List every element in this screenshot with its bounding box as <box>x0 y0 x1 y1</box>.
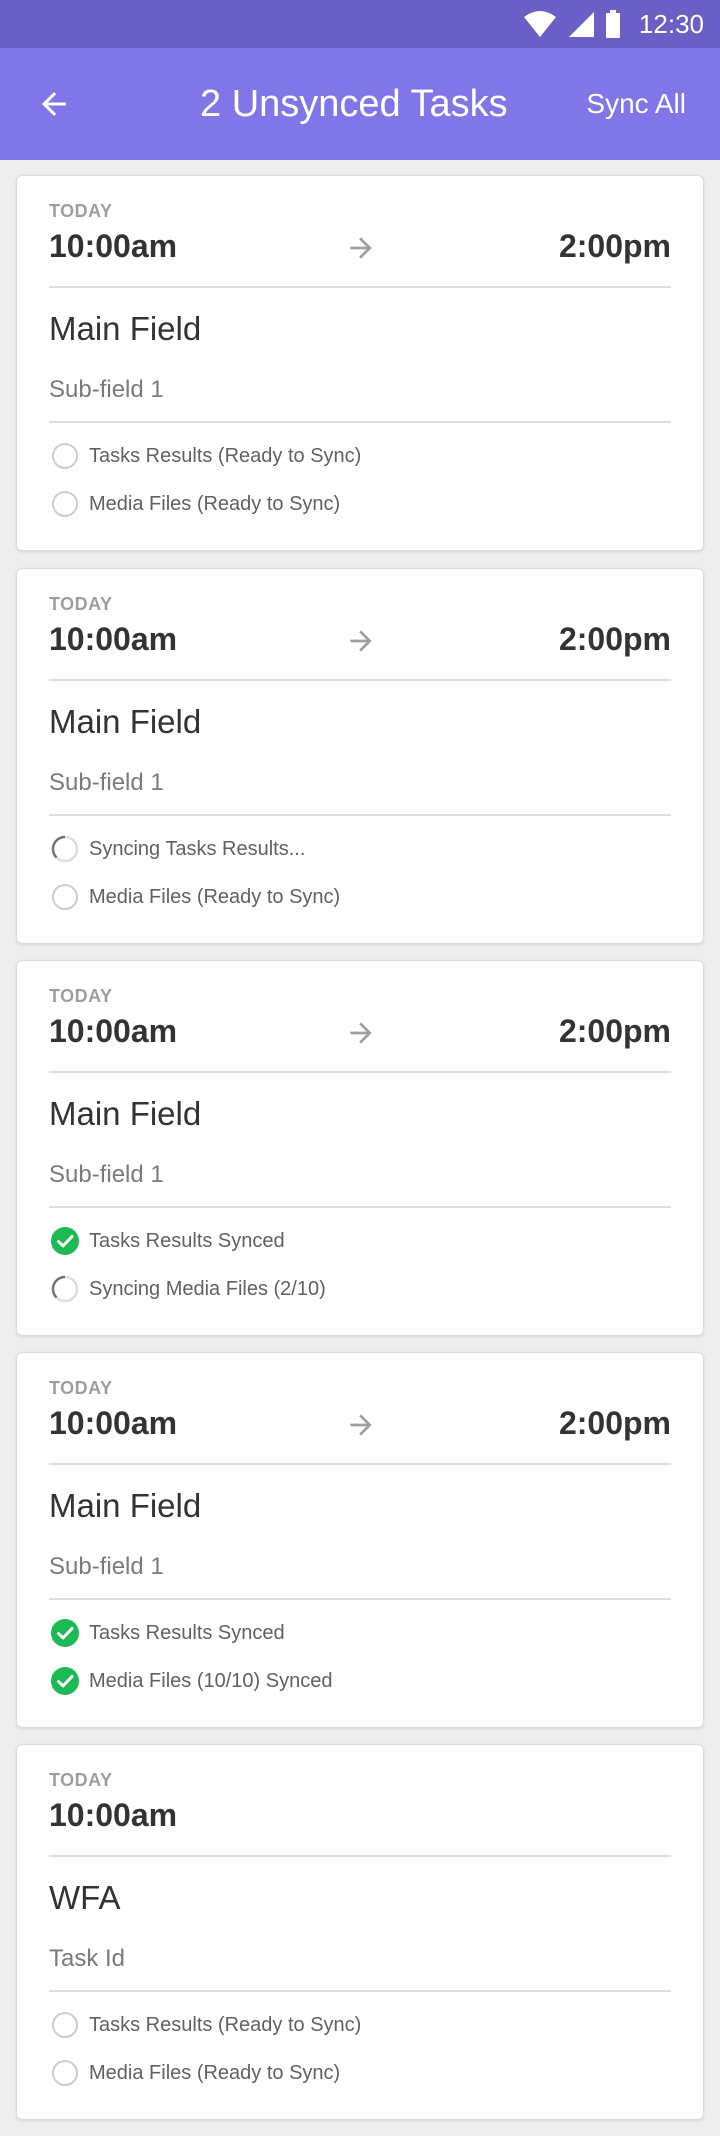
arrow-left-icon <box>42 92 66 116</box>
end-time: 2:00pm <box>558 228 671 264</box>
pending-circle-icon <box>49 2057 81 2089</box>
start-time: 10:00am <box>49 1797 178 1833</box>
divider <box>49 1071 671 1073</box>
sync-status-label: Tasks Results (Ready to Sync) <box>89 2013 362 2036</box>
divider <box>49 1855 671 1857</box>
app-bar: 2 Unsynced Tasks Sync All <box>0 48 720 160</box>
task-card[interactable]: TODAY 10:00am 2:00pm Main Field Sub-field 1 T… <box>16 175 704 551</box>
check-circle-icon <box>49 1665 81 1697</box>
sync-status-label: Tasks Results Synced <box>89 1621 285 1644</box>
check-circle-icon <box>49 1225 81 1257</box>
sub-field: Sub-field 1 <box>49 1553 164 1580</box>
page-title: 2 Unsynced Tasks <box>200 83 508 125</box>
task-card-content: TODAY 10:00am WFA Task Id Tasks Results (Rea… <box>49 1745 671 2119</box>
start-time: 10:00am <box>49 621 178 657</box>
day-label: TODAY <box>49 986 113 1006</box>
pending-circle-icon <box>49 881 81 913</box>
divider <box>49 1990 671 1992</box>
pending-circle-icon <box>49 488 81 520</box>
divider <box>49 1463 671 1465</box>
task-card[interactable]: TODAY 10:00am 2:00pm Main Field Sub-field 1 S… <box>16 568 704 944</box>
sync-status-label: Media Files (10/10) Synced <box>89 1669 333 1692</box>
status-bar: 12:30 <box>0 0 720 48</box>
day-label: TODAY <box>49 1378 113 1398</box>
sync-status-row: Media Files (10/10) Synced <box>49 1663 332 1699</box>
sync-status-label: Tasks Results Synced <box>89 1229 285 1252</box>
wifi-icon <box>523 11 556 37</box>
sync-status-row: Tasks Results (Ready to Sync) <box>49 438 361 474</box>
sync-status-row: Syncing Media Files (2/10) <box>49 1271 326 1307</box>
status-icons: 12:30 <box>523 0 704 48</box>
divider <box>49 1206 671 1208</box>
sync-status-row: Media Files (Ready to Sync) <box>49 486 340 522</box>
end-time: 2:00pm <box>558 1405 671 1441</box>
main-field: Main Field <box>49 703 202 740</box>
task-card[interactable]: TODAY 10:00am 2:00pm Main Field Sub-field 1 T… <box>16 1352 704 1728</box>
start-time: 10:00am <box>49 228 178 264</box>
end-time: 2:00pm <box>558 621 671 657</box>
start-time: 10:00am <box>49 1013 178 1049</box>
arrow-right-icon <box>345 1409 377 1441</box>
day-label: TODAY <box>49 1770 113 1790</box>
syncing-spinner-icon <box>49 1273 81 1305</box>
divider <box>49 814 671 816</box>
main-field: Main Field <box>49 1095 202 1132</box>
task-card[interactable]: TODAY 10:00am 2:00pm Main Field Sub-field 1 T… <box>16 960 704 1336</box>
battery-icon <box>605 10 620 38</box>
divider <box>49 679 671 681</box>
sync-status-label: Media Files (Ready to Sync) <box>89 885 341 908</box>
task-card-content: TODAY 10:00am 2:00pm Main Field Sub-field 1 T… <box>49 1353 671 1727</box>
check-circle-icon <box>49 1617 81 1649</box>
back-button[interactable] <box>34 84 74 124</box>
sync-status-label: Syncing Tasks Results... <box>89 837 306 860</box>
sync-status-label: Media Files (Ready to Sync) <box>89 492 341 515</box>
sync-status-label: Tasks Results (Ready to Sync) <box>89 444 362 467</box>
sync-status-label: Media Files (Ready to Sync) <box>89 2061 341 2084</box>
sync-status-row: Tasks Results Synced <box>49 1223 285 1259</box>
task-card-content: TODAY 10:00am 2:00pm Main Field Sub-field 1 S… <box>49 569 671 943</box>
task-card-content: TODAY 10:00am 2:00pm Main Field Sub-field 1 T… <box>49 176 671 550</box>
arrow-right-icon <box>345 232 377 264</box>
sync-status-row: Tasks Results (Ready to Sync) <box>49 2007 361 2043</box>
sync-status-row: Media Files (Ready to Sync) <box>49 2055 340 2091</box>
arrow-right-icon <box>345 1017 377 1049</box>
main-field: Main Field <box>49 1487 202 1524</box>
sub-field: Sub-field 1 <box>49 376 164 403</box>
main-field: Main Field <box>49 310 202 347</box>
task-card-content: TODAY 10:00am 2:00pm Main Field Sub-field 1 T… <box>49 961 671 1335</box>
signal-icon <box>568 12 594 37</box>
task-card[interactable]: TODAY 10:00am WFA Task Id Tasks Results (Rea… <box>16 1744 704 2120</box>
pending-circle-icon <box>49 440 81 472</box>
divider <box>49 1598 671 1600</box>
sync-status-label: Syncing Media Files (2/10) <box>89 1277 326 1300</box>
sync-status-row: Tasks Results Synced <box>49 1615 285 1651</box>
sub-field: Sub-field 1 <box>49 769 164 796</box>
sync-all-button[interactable]: Sync All <box>586 76 686 132</box>
status-time: 12:30 <box>638 8 704 39</box>
end-time: 2:00pm <box>558 1013 671 1049</box>
syncing-spinner-icon <box>49 833 81 865</box>
divider <box>49 286 671 288</box>
sub-field: Sub-field 1 <box>49 1161 164 1188</box>
start-time: 10:00am <box>49 1405 178 1441</box>
sync-status-row: Media Files (Ready to Sync) <box>49 879 340 915</box>
divider <box>49 421 671 423</box>
sub-field: Task Id <box>49 1945 126 1972</box>
pending-circle-icon <box>49 2009 81 2041</box>
sync-status-row: Syncing Tasks Results... <box>49 831 305 867</box>
day-label: TODAY <box>49 594 113 614</box>
main-field: WFA <box>49 1879 121 1916</box>
day-label: TODAY <box>49 201 113 221</box>
arrow-right-icon <box>345 625 377 657</box>
